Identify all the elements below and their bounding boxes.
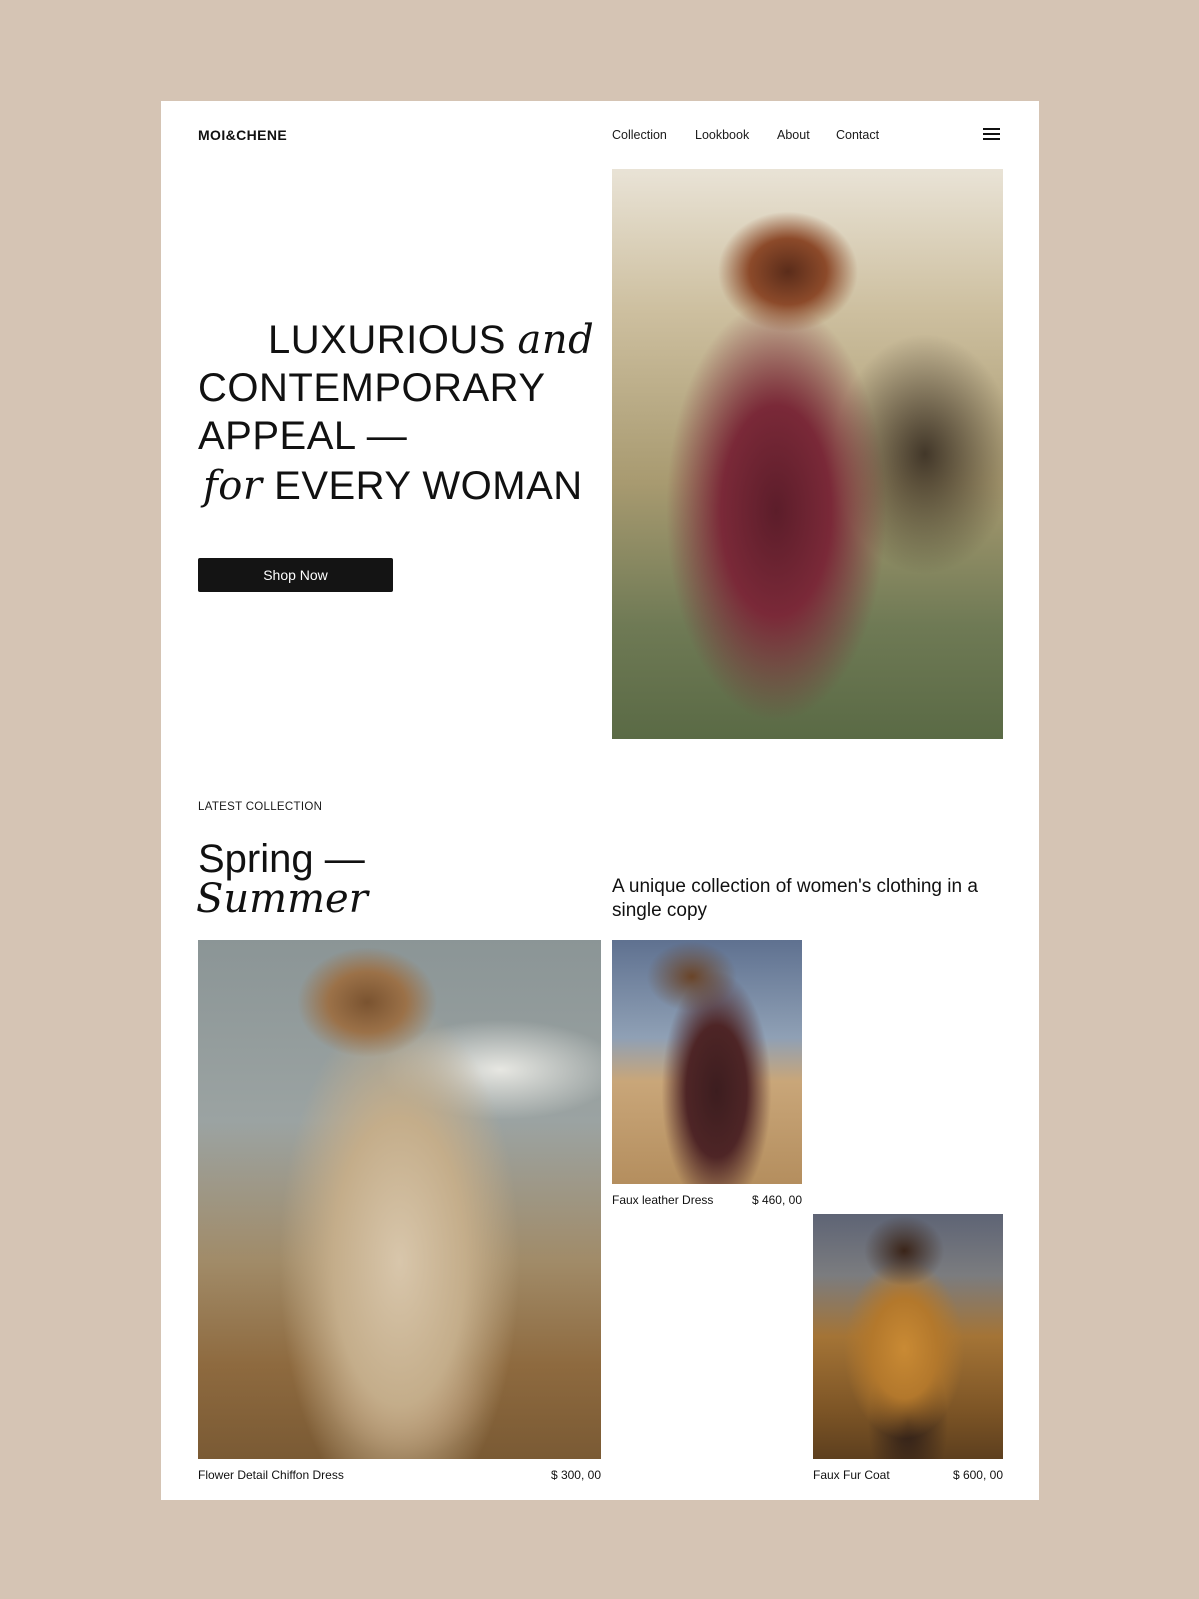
- product-name[interactable]: Faux Fur Coat: [813, 1468, 890, 1482]
- collection-title: Spring —: [198, 837, 365, 881]
- brand-logo[interactable]: MOI&CHENE: [198, 127, 287, 143]
- product-image-leather-dress[interactable]: [612, 940, 802, 1184]
- product-image-fur-coat[interactable]: [813, 1214, 1003, 1459]
- product-name[interactable]: Flower Detail Chiffon Dress: [198, 1468, 344, 1482]
- collection-tagline: A unique collection of women's clothing …: [612, 876, 978, 921]
- hero-line-4-text: EVERY WOMAN: [274, 464, 583, 508]
- nav-lookbook[interactable]: Lookbook: [695, 128, 749, 142]
- product-image-chiffon-dress[interactable]: [198, 940, 601, 1459]
- collection-title-italic: Summer: [196, 876, 368, 922]
- hero-line-1-text: LUXURIOUS: [268, 318, 506, 362]
- shop-now-button[interactable]: Shop Now: [198, 558, 393, 592]
- hero-image: [612, 169, 1003, 739]
- hero-line-1-italic: and: [517, 317, 595, 363]
- section-eyebrow: LATEST COLLECTION: [198, 801, 323, 813]
- nav-about[interactable]: About: [777, 128, 810, 142]
- hero-line-4: for EVERY WOMAN: [203, 462, 583, 510]
- hamburger-icon[interactable]: [983, 128, 1000, 141]
- nav-contact[interactable]: Contact: [836, 128, 879, 142]
- hero-line-4-italic: for: [203, 463, 263, 509]
- hero-line-3: APPEAL —: [198, 414, 408, 458]
- product-price: $ 300, 00: [550, 1468, 601, 1482]
- hero-line-2: CONTEMPORARY: [198, 366, 546, 410]
- product-name[interactable]: Faux leather Dress: [612, 1193, 713, 1207]
- page-card: MOI&CHENE Collection Lookbook About Cont…: [161, 101, 1039, 1500]
- hero-line-1: LUXURIOUS and: [268, 316, 594, 364]
- product-price: $ 600, 00: [952, 1468, 1003, 1482]
- product-price: $ 460, 00: [751, 1193, 802, 1207]
- nav-collection[interactable]: Collection: [612, 128, 667, 142]
